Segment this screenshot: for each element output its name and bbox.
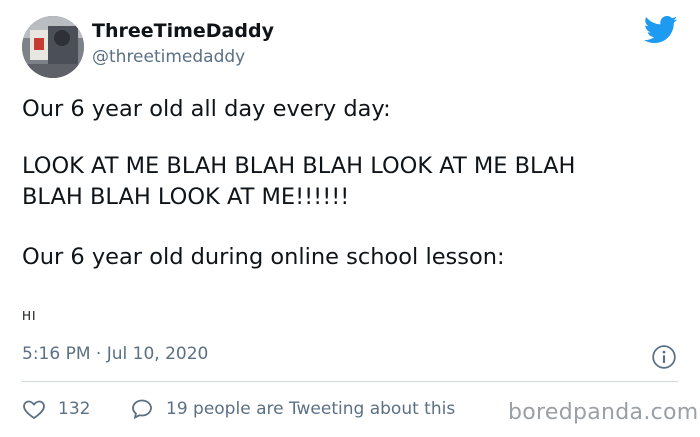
info-icon[interactable] <box>651 344 677 370</box>
discussion-text: 19 people are Tweeting about this <box>166 399 456 419</box>
avatar-photo <box>22 16 84 78</box>
speech-bubble-icon <box>132 399 152 420</box>
tweet-timestamp[interactable]: 5:16 PM · Jul 10, 2020 <box>22 344 208 364</box>
tweet-text-small-hi: HI <box>22 309 37 323</box>
tweet-text-line-4: Our 6 year old during online school less… <box>22 244 505 270</box>
watermark: boredpanda.com <box>508 400 699 425</box>
display-name[interactable]: ThreeTimeDaddy <box>92 20 274 42</box>
twitter-bird-icon[interactable] <box>644 15 678 45</box>
heart-icon <box>23 400 45 420</box>
like-button[interactable]: 132 <box>22 397 90 421</box>
divider <box>22 381 678 382</box>
tweet-text-line-2: LOOK AT ME BLAH BLAH BLAH LOOK AT ME BLA… <box>22 153 576 179</box>
tweet-text-line-1: Our 6 year old all day every day: <box>22 96 391 122</box>
like-count: 132 <box>58 399 91 419</box>
discussion-button[interactable]: 19 people are Tweeting about this <box>130 397 455 421</box>
avatar[interactable] <box>22 16 84 78</box>
user-handle[interactable]: @threetimedaddy <box>92 47 245 67</box>
tweet-text-line-3: BLAH BLAH LOOK AT ME!!!!!! <box>22 184 350 210</box>
